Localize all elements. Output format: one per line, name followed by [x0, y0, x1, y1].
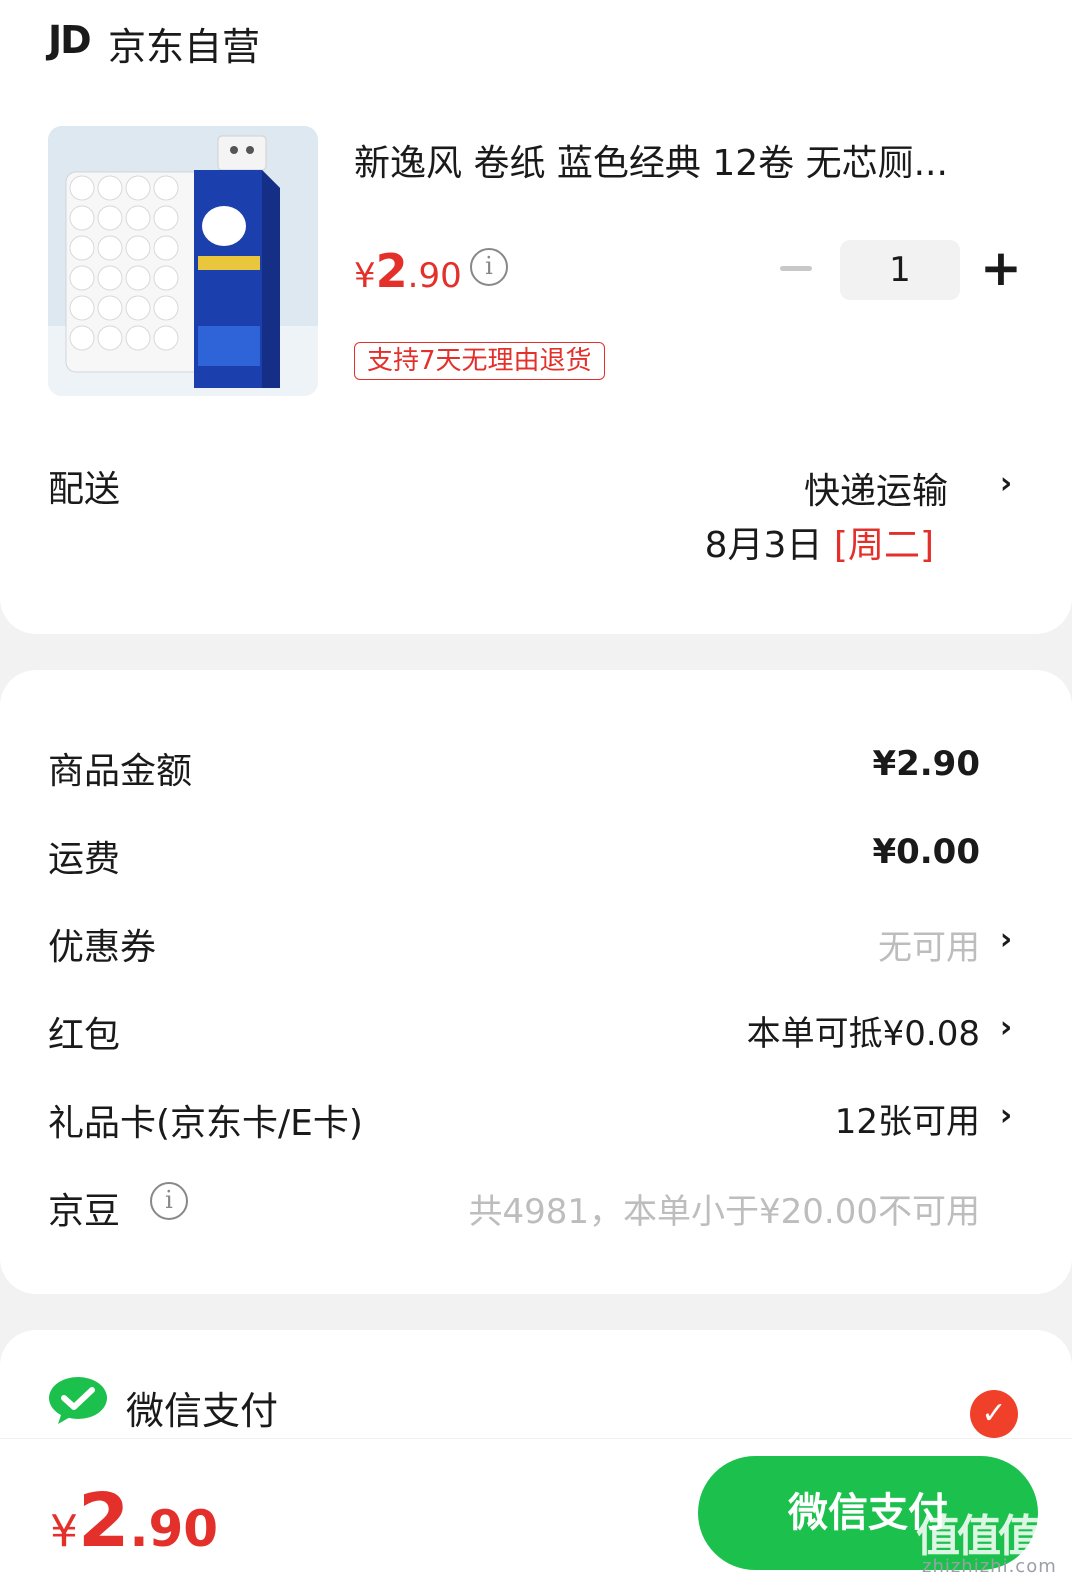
delivery-weekday: [周二] — [833, 525, 934, 566]
goods-amount-value: ¥2.90 — [872, 744, 980, 784]
red-packet-value[interactable]: 本单可抵¥0.08 — [747, 1006, 980, 1055]
gift-card-chevron-icon[interactable]: › — [996, 1098, 1016, 1133]
shipping-fee-value: ¥0.00 — [872, 832, 980, 872]
jd-beans-label: 京豆 — [48, 1191, 121, 1232]
total-price-integer: 2 — [78, 1478, 130, 1564]
cost-summary-card: 商品金额 ¥2.90 运费 ¥0.00 优惠券 无可用 › 红包 本单可抵¥0.… — [0, 670, 1072, 1294]
price-info-icon[interactable]: i — [470, 248, 508, 286]
red-packet-chevron-icon[interactable]: › — [996, 1010, 1016, 1045]
jd-beans-value: 共4981，本单小于¥20.00不可用 — [468, 1192, 981, 1232]
quantity-plus-button[interactable]: + — [980, 243, 1022, 293]
quantity-minus-button[interactable] — [780, 266, 812, 271]
watermark-logo: 值值值 — [916, 1511, 1042, 1562]
delivery-date: 8月3日 [周二] — [705, 516, 934, 568]
goods-amount-label: 商品金额 — [48, 751, 193, 792]
price-cents: .90 — [407, 256, 462, 296]
product-price: ¥2.90 — [354, 244, 462, 298]
coupon-chevron-icon[interactable]: › — [996, 922, 1016, 957]
jd-beans-info-icon[interactable]: i — [150, 1182, 188, 1220]
product-card: JD 京东自营 新逸风 卷纸 蓝色经典 12卷 无芯厕... ¥2.90 i 1… — [0, 0, 1072, 634]
gift-card-label[interactable]: 礼品卡(京东卡/E卡) — [48, 1094, 363, 1146]
product-title[interactable]: 新逸风 卷纸 蓝色经典 12卷 无芯厕... — [354, 134, 948, 186]
red-packet-label[interactable]: 红包 — [48, 1006, 120, 1058]
delivery-chevron-icon[interactable]: › — [996, 466, 1016, 501]
total-price: ¥2.90 — [50, 1478, 218, 1564]
wechat-pay-icon — [48, 1376, 108, 1426]
delivery-date-text: 8月3日 — [704, 525, 834, 566]
store-name[interactable]: 京东自营 — [108, 16, 260, 71]
coupon-label[interactable]: 优惠券 — [48, 918, 156, 970]
bottom-bar-divider — [0, 1438, 1072, 1439]
coupon-value[interactable]: 无可用 — [878, 920, 980, 969]
delivery-label: 配送 — [48, 469, 121, 510]
total-price-cents: .90 — [129, 1500, 219, 1558]
payment-selected-check-icon[interactable]: ✓ — [970, 1390, 1018, 1438]
gift-card-value[interactable]: 12张可用 — [835, 1094, 980, 1143]
watermark-url: zhizhizhi.com — [922, 1556, 1057, 1577]
price-symbol: ¥ — [354, 256, 376, 296]
payment-method-label[interactable]: 微信支付 — [126, 1380, 278, 1435]
delivery-method[interactable]: 快递运输 — [804, 462, 948, 514]
return-policy-badge: 支持7天无理由退货 — [354, 342, 605, 380]
shipping-fee-label: 运费 — [48, 839, 121, 880]
quantity-input[interactable]: 1 — [840, 240, 960, 300]
price-integer: 2 — [375, 244, 408, 298]
total-price-symbol: ¥ — [50, 1506, 78, 1557]
jd-logo: JD — [48, 18, 92, 62]
product-image[interactable] — [48, 126, 318, 396]
